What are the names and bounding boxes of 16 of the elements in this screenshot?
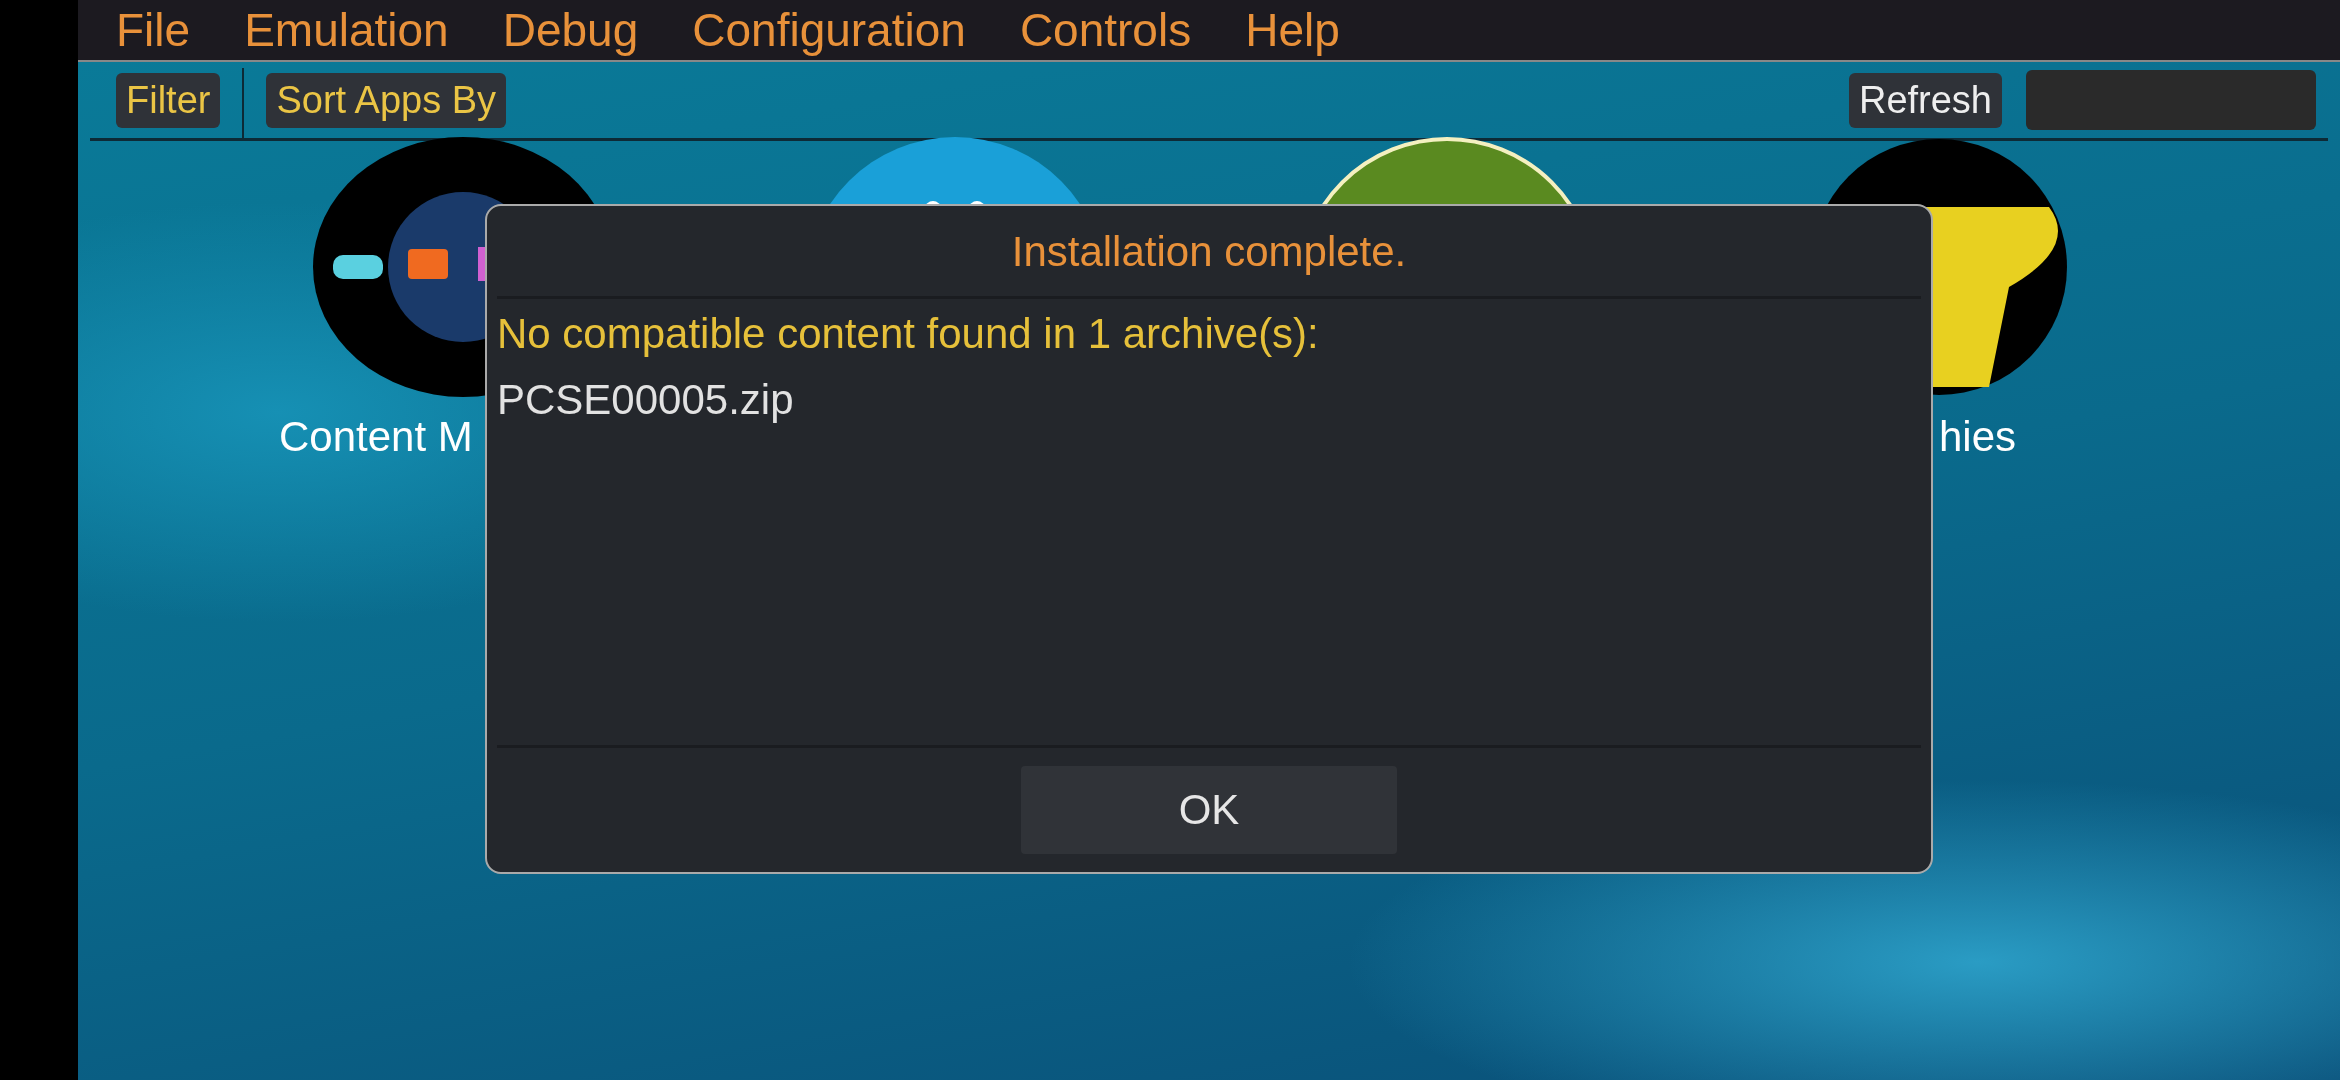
app-label: hies [1939,413,2018,461]
menu-item[interactable]: Debug [502,3,639,57]
sort-button[interactable]: Sort Apps By [266,72,507,128]
dialog-title: Installation complete. [1010,227,1408,277]
menu-item[interactable]: Help [1245,3,1340,57]
refresh-button[interactable]: Refresh [1848,72,2002,128]
menu-item[interactable]: File [116,3,191,57]
search-field[interactable] [2026,70,2316,130]
dialog-message: No compatible content found in 1 archive(s): [497,309,1320,359]
app-label: Content M [279,413,474,461]
ok-button[interactable]: OK [1021,766,1397,854]
menu-item[interactable]: Emulation [244,3,449,57]
file-name: PCSE00005.zip [497,375,795,425]
filter-button[interactable]: Filter [116,72,221,128]
menu-item[interactable]: Configuration [692,3,966,57]
menu-item[interactable]: Controls [1019,3,1192,57]
